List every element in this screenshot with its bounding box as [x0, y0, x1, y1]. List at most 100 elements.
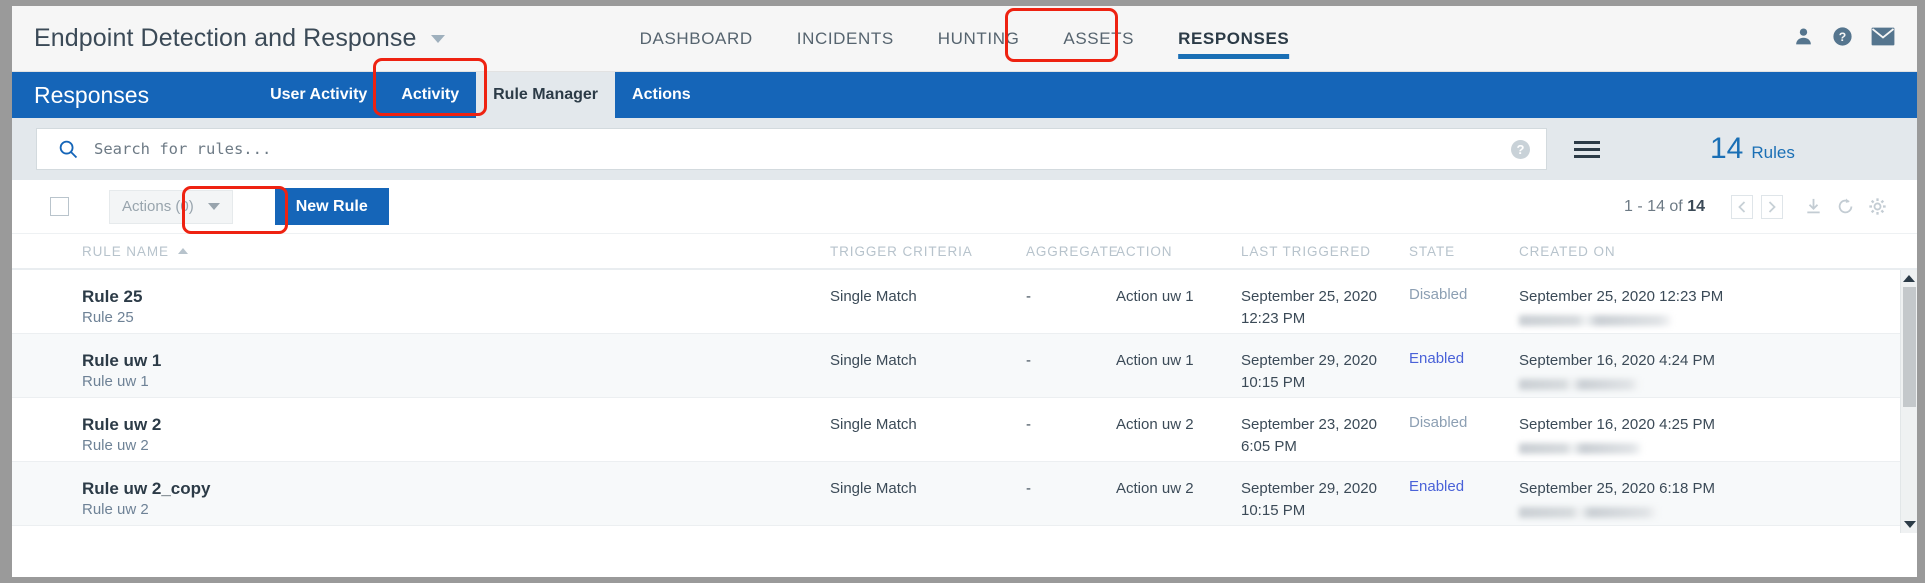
- cell-last-triggered: September 23, 2020 6:05 PM: [1241, 414, 1409, 458]
- rule-subtitle-text: Rule uw 2: [82, 501, 149, 519]
- pagination-controls: 1 - 14 of 14: [1624, 194, 1887, 219]
- table-row[interactable]: Rule 25 Rule 25 Single Match - Action uw…: [12, 270, 1917, 334]
- column-header-last-triggered[interactable]: LAST TRIGGERED: [1241, 244, 1409, 259]
- nav-item-dashboard[interactable]: DASHBOARD: [618, 6, 775, 71]
- next-page-button[interactable]: [1761, 194, 1783, 219]
- tab-label: Rule Manager: [493, 86, 599, 103]
- rule-subtitle-text: Rule 25: [82, 309, 134, 327]
- tab-label: Actions: [632, 86, 691, 103]
- cell-trigger-criteria: Single Match: [830, 288, 917, 305]
- cell-trigger-criteria: Single Match: [830, 480, 917, 497]
- nav-label: RESPONSES: [1178, 28, 1290, 48]
- rule-subtitle-text: Rule uw 1: [82, 373, 149, 391]
- column-header-rule-name[interactable]: RULE NAME: [36, 244, 830, 259]
- actions-dropdown[interactable]: Actions (0): [109, 189, 233, 224]
- cell-action: Action uw 2: [1116, 480, 1194, 497]
- column-header-action[interactable]: ACTION: [1116, 244, 1241, 259]
- user-icon[interactable]: [1793, 26, 1814, 52]
- actions-dropdown-label: Actions (0): [122, 198, 194, 215]
- column-header-trigger-criteria[interactable]: TRIGGER CRITERIA: [830, 244, 1026, 259]
- application-window: Endpoint Detection and Response DASHBOAR…: [8, 6, 1917, 577]
- tab-rule-manager[interactable]: Rule Manager: [476, 72, 616, 118]
- cell-created-on: September 25, 2020 12:23 PM: [1519, 286, 1819, 326]
- tab-actions[interactable]: Actions: [615, 72, 708, 118]
- search-area: Search for rules... ? 14 Rules: [12, 118, 1917, 180]
- cell-aggregate: -: [1026, 480, 1031, 497]
- active-nav-indicator: [1178, 54, 1290, 59]
- cell-action: Action uw 1: [1116, 288, 1194, 305]
- nav-item-assets[interactable]: ASSETS: [1041, 6, 1156, 71]
- svg-text:?: ?: [1839, 29, 1846, 43]
- rules-table: RULE NAME TRIGGER CRITERIA AGGREGATE ACT…: [12, 234, 1917, 533]
- download-icon[interactable]: [1804, 197, 1823, 216]
- last-triggered-date: September 29, 2020: [1241, 480, 1377, 497]
- nav-item-responses[interactable]: RESPONSES: [1156, 6, 1311, 71]
- cell-aggregate: -: [1026, 416, 1031, 433]
- table-row[interactable]: Rule uw 1 Rule uw 1 Single Match - Actio…: [12, 334, 1917, 398]
- search-help-icon[interactable]: ?: [1511, 139, 1530, 159]
- last-triggered-time: 6:05 PM: [1241, 437, 1297, 455]
- rule-name-text: Rule 25: [82, 287, 143, 306]
- column-label: ACTION: [1116, 243, 1173, 259]
- cell-state: Enabled: [1409, 478, 1519, 496]
- search-input[interactable]: Search for rules... ?: [36, 128, 1547, 170]
- table-row[interactable]: Rule uw 2_copy Rule uw 2 Single Match - …: [12, 462, 1917, 526]
- column-header-created-on[interactable]: CREATED ON: [1519, 244, 1819, 259]
- pagination-total: 14: [1687, 197, 1705, 215]
- table-row[interactable]: Rule uw 2 Rule uw 2 Single Match - Actio…: [12, 398, 1917, 462]
- column-label: AGGREGATE: [1026, 243, 1119, 259]
- column-header-aggregate[interactable]: AGGREGATE: [1026, 243, 1119, 259]
- new-rule-button[interactable]: New Rule: [274, 188, 389, 225]
- rules-count-label: Rules: [1751, 143, 1795, 162]
- created-on-text: September 16, 2020 4:25 PM: [1519, 416, 1715, 433]
- help-icon[interactable]: ?: [1832, 26, 1853, 52]
- scrollbar-thumb[interactable]: [1903, 287, 1916, 407]
- created-on-text: September 25, 2020 12:23 PM: [1519, 288, 1724, 305]
- chevron-down-icon[interactable]: [430, 34, 445, 43]
- created-on-text: September 25, 2020 6:18 PM: [1519, 480, 1715, 497]
- cell-rule-name: Rule 25 Rule 25: [36, 286, 830, 330]
- triangle-up-icon: [1903, 275, 1915, 282]
- last-triggered-date: September 25, 2020: [1241, 288, 1377, 305]
- search-icon: [59, 140, 78, 159]
- table-body: Rule 25 Rule 25 Single Match - Action uw…: [12, 270, 1917, 533]
- pagination-range-prefix: 1 - 14 of: [1624, 197, 1688, 215]
- column-header-state[interactable]: STATE: [1409, 244, 1519, 259]
- rules-count-value: 14: [1710, 132, 1744, 165]
- cell-state: Disabled: [1409, 414, 1519, 432]
- gear-icon[interactable]: [1868, 197, 1887, 216]
- tab-label: User Activity: [270, 86, 368, 103]
- column-label: LAST TRIGGERED: [1241, 243, 1371, 259]
- scroll-down-button[interactable]: [1901, 516, 1917, 533]
- previous-page-button[interactable]: [1731, 194, 1753, 219]
- hamburger-icon[interactable]: [1574, 140, 1600, 158]
- cell-created-on: September 16, 2020 4:25 PM: [1519, 414, 1819, 454]
- cell-rule-name: Rule uw 2 Rule uw 2: [36, 414, 830, 458]
- cell-aggregate: -: [1026, 288, 1031, 305]
- nav-item-incidents[interactable]: INCIDENTS: [775, 6, 916, 71]
- rule-name-text: Rule uw 2: [82, 415, 162, 434]
- cell-created-on: September 25, 2020 6:18 PM: [1519, 478, 1819, 518]
- cell-action: Action uw 1: [1116, 352, 1194, 369]
- tab-user-activity[interactable]: User Activity: [253, 72, 384, 118]
- nav-label: INCIDENTS: [796, 28, 894, 48]
- nav-label: HUNTING: [937, 28, 1020, 48]
- scroll-up-button[interactable]: [1901, 270, 1917, 287]
- vertical-scrollbar[interactable]: [1900, 270, 1917, 533]
- sort-asc-icon: [177, 248, 188, 254]
- column-label: RULE NAME: [82, 243, 169, 259]
- tab-activity[interactable]: Activity: [384, 72, 476, 118]
- refresh-icon[interactable]: [1836, 197, 1855, 216]
- cell-rule-name: Rule uw 1 Rule uw 1: [36, 350, 830, 394]
- select-all-checkbox[interactable]: [50, 197, 69, 216]
- responses-subnav: Responses User Activity Activity Rule Ma…: [12, 72, 1917, 118]
- mail-icon[interactable]: [1871, 27, 1895, 51]
- chevron-down-icon: [207, 203, 220, 210]
- cell-rule-name: Rule uw 2_copy Rule uw 2: [36, 478, 830, 522]
- status-badge: Enabled: [1409, 478, 1465, 495]
- status-badge: Enabled: [1409, 350, 1465, 367]
- status-badge: Disabled: [1409, 286, 1468, 303]
- cell-last-triggered: September 29, 2020 10:15 PM: [1241, 350, 1409, 394]
- brand-selector[interactable]: Endpoint Detection and Response: [34, 24, 445, 53]
- nav-item-hunting[interactable]: HUNTING: [916, 6, 1042, 71]
